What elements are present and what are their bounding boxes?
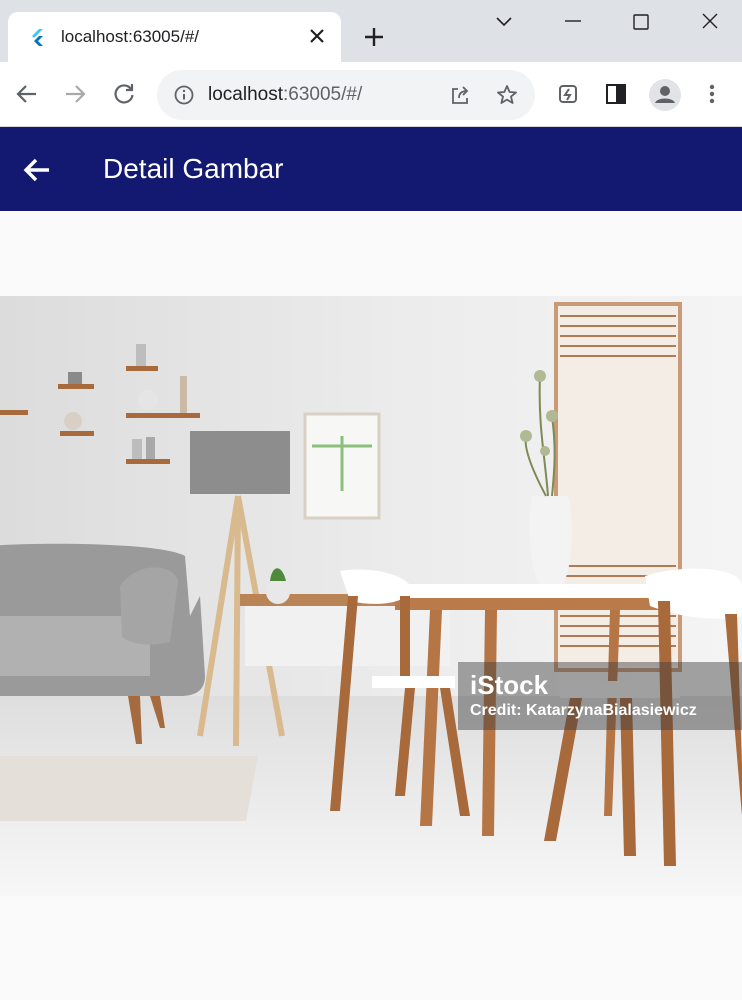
- forward-icon[interactable]: [61, 80, 89, 108]
- extension-icon[interactable]: [554, 80, 582, 108]
- side-panel-icon[interactable]: [602, 80, 630, 108]
- browser-toolbar: localhost:63005/#/: [0, 62, 742, 127]
- page-body: iStock Credit: KatarzynaBialasiewicz: [0, 211, 742, 1000]
- maximize-icon[interactable]: [627, 8, 655, 36]
- back-arrow-icon[interactable]: [20, 153, 54, 187]
- tab-title: localhost:63005/#/: [61, 27, 199, 46]
- url-host: localhost: [208, 84, 283, 105]
- profile-avatar-icon[interactable]: [648, 78, 682, 112]
- detail-image: iStock Credit: KatarzynaBialasiewicz: [0, 296, 742, 896]
- close-tab-icon[interactable]: [305, 24, 329, 48]
- tab-search-icon[interactable]: [490, 8, 518, 36]
- reload-icon[interactable]: [110, 80, 138, 108]
- watermark-logo: iStock: [470, 670, 549, 700]
- url-text: localhost:63005/#/: [208, 84, 362, 106]
- site-info-icon[interactable]: [173, 84, 195, 106]
- new-tab-icon[interactable]: [361, 24, 387, 50]
- minimize-icon[interactable]: [559, 8, 587, 36]
- menu-kebab-icon[interactable]: [698, 80, 726, 108]
- flutter-icon: [32, 29, 43, 46]
- address-bar[interactable]: localhost:63005/#/: [157, 70, 535, 120]
- close-window-icon[interactable]: [696, 8, 724, 36]
- url-path: :63005/#/: [283, 84, 363, 105]
- watermark-credit: Credit: KatarzynaBialasiewicz: [470, 702, 697, 719]
- bookmark-star-icon[interactable]: [495, 83, 519, 107]
- browser-tab[interactable]: localhost:63005/#/: [8, 12, 341, 62]
- room-illustration: [0, 296, 742, 896]
- app-bar: Detail Gambar: [0, 127, 742, 211]
- browser-tabstrip: localhost:63005/#/: [0, 0, 742, 62]
- page-title: Detail Gambar: [103, 153, 284, 184]
- share-icon[interactable]: [448, 83, 472, 107]
- back-icon[interactable]: [13, 80, 41, 108]
- istock-watermark: iStock Credit: KatarzynaBialasiewicz: [458, 662, 742, 730]
